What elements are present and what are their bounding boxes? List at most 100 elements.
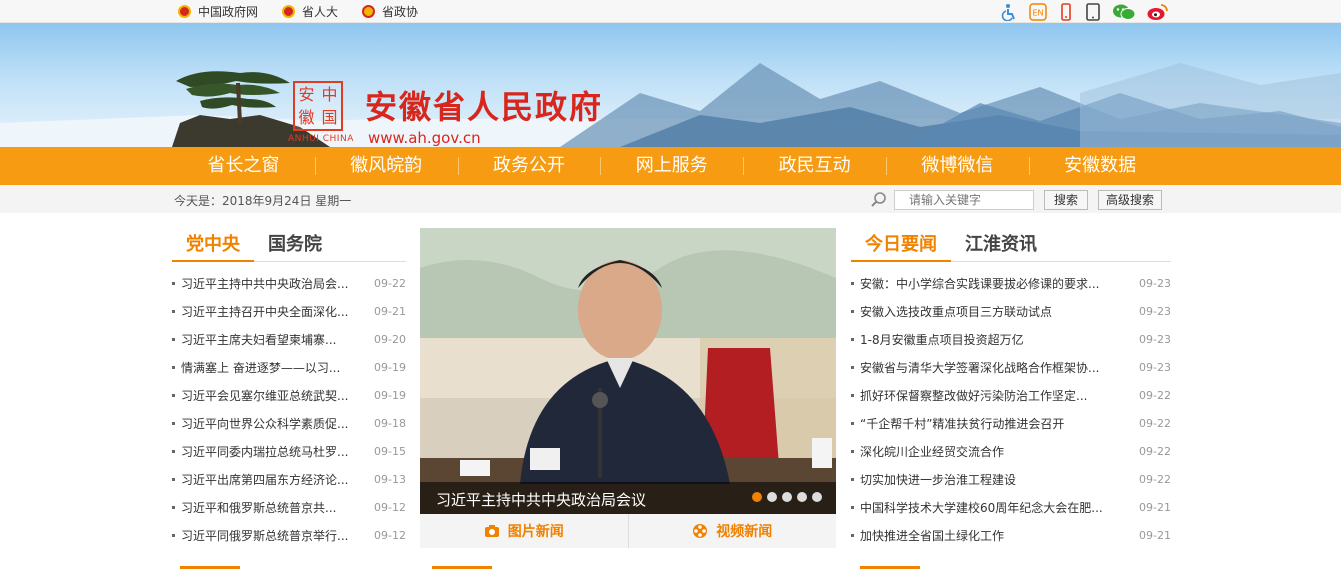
right-news-list: 安徽：中小学综合实践课要拔必修课的要求... 09-23 安徽入选技改重点项目三方…: [851, 269, 1171, 549]
nav-item-open-gov[interactable]: 政务公开: [457, 147, 601, 185]
next-section-heading: [432, 561, 502, 569]
tablet-icon[interactable]: [1085, 2, 1101, 21]
news-title[interactable]: 安徽：中小学综合实践课要拔必修课的要求...: [860, 275, 1133, 292]
nav-item-governor[interactable]: 省长之窗: [172, 147, 315, 185]
carousel-dot[interactable]: [797, 492, 807, 502]
logo-char: 安: [298, 85, 315, 104]
list-item[interactable]: 安徽省与清华大学签署深化战略合作框架协... 09-23: [851, 353, 1171, 381]
news-title[interactable]: 习近平和俄罗斯总统普京共...: [181, 499, 368, 516]
nav-item-data[interactable]: 安徽数据: [1028, 147, 1172, 185]
news-title[interactable]: 加快推进全省国土绿化工作: [860, 527, 1133, 544]
bullet-icon: [851, 505, 854, 509]
weibo-icon[interactable]: [1147, 3, 1169, 21]
photo-carousel[interactable]: 习近平主持中共中央政治局会议: [420, 228, 836, 514]
mobile-icon[interactable]: [1058, 2, 1074, 21]
list-item[interactable]: 习近平同委内瑞拉总统马杜罗... 09-15: [172, 437, 406, 465]
news-date: 09-15: [374, 444, 406, 458]
english-icon[interactable]: EN: [1029, 2, 1047, 21]
bullet-icon: [851, 337, 854, 341]
news-title[interactable]: 抓好环保督察整改做好污染防治工作坚定...: [860, 387, 1133, 404]
list-item[interactable]: 习近平会见塞尔维亚总统武契... 09-19: [172, 381, 406, 409]
search-button[interactable]: 搜索: [1044, 190, 1088, 210]
media-tabs: 图片新闻 视频新闻: [420, 514, 836, 548]
advanced-search-button[interactable]: 高级搜索: [1098, 190, 1162, 210]
tab-jianghuai-info[interactable]: 江淮资讯: [951, 228, 1051, 262]
video-news-tab[interactable]: 视频新闻: [627, 514, 837, 548]
photo-caption[interactable]: 习近平主持中共中央政治局会议: [436, 489, 646, 510]
site-logo[interactable]: 安 中 徽 国: [293, 81, 343, 131]
news-title[interactable]: 习近平主持中共中央政治局会...: [181, 275, 368, 292]
list-item[interactable]: 习近平同俄罗斯总统普京举行... 09-12: [172, 521, 406, 549]
photo-news-tab[interactable]: 图片新闻: [420, 514, 628, 548]
nav-item-interaction[interactable]: 政民互动: [743, 147, 886, 185]
nav-item-culture[interactable]: 徽风皖韵: [314, 147, 458, 185]
carousel-dots: [747, 492, 822, 502]
news-title[interactable]: 习近平会见塞尔维亚总统武契...: [181, 387, 368, 404]
list-item[interactable]: 安徽入选技改重点项目三方联动试点 09-23: [851, 297, 1171, 325]
list-item[interactable]: 情满塞上 奋进逐梦——以习... 09-19: [172, 353, 406, 381]
list-item[interactable]: 习近平主持中共中央政治局会... 09-22: [172, 269, 406, 297]
news-title[interactable]: “千企帮千村”精准扶贫行动推进会召开: [860, 415, 1133, 432]
news-title[interactable]: 切实加快进一步治淮工程建设: [860, 471, 1133, 488]
top-link-label: 省人大: [302, 5, 339, 19]
carousel-dot[interactable]: [752, 492, 762, 502]
photo-caption-bar: 习近平主持中共中央政治局会议: [420, 482, 836, 514]
tab-party-central[interactable]: 党中央: [172, 228, 254, 262]
news-title[interactable]: 习近平同俄罗斯总统普京举行...: [181, 527, 368, 544]
nav-item-weibo-wechat[interactable]: 微博微信: [885, 147, 1029, 185]
news-date: 09-23: [1139, 304, 1171, 318]
news-title[interactable]: 习近平主席夫妇看望柬埔寨...: [181, 331, 368, 348]
news-date: 09-22: [1139, 388, 1171, 402]
news-title[interactable]: 习近平出席第四届东方经济论...: [181, 471, 368, 488]
list-item[interactable]: 深化皖川企业经贸交流合作 09-22: [851, 437, 1171, 465]
top-link-npc[interactable]: 省人大: [282, 3, 338, 20]
mountain-landscape-image: [0, 63, 1341, 147]
list-item[interactable]: 习近平主持召开中央全面深化... 09-21: [172, 297, 406, 325]
bullet-icon: [851, 393, 854, 397]
list-item[interactable]: 习近平和俄罗斯总统普京共... 09-12: [172, 493, 406, 521]
logo-english-text: ANHUI CHINA: [288, 134, 354, 144]
logo-char: 徽: [298, 108, 315, 127]
tab-state-council[interactable]: 国务院: [254, 228, 336, 262]
bullet-icon: [851, 533, 854, 537]
national-emblem-icon: [282, 5, 296, 18]
top-link-gov[interactable]: 中国政府网: [178, 3, 258, 20]
news-title[interactable]: 习近平向世界公众科学素质促...: [181, 415, 368, 432]
list-item[interactable]: 抓好环保督察整改做好污染防治工作坚定... 09-22: [851, 381, 1171, 409]
news-title[interactable]: 习近平同委内瑞拉总统马杜罗...: [181, 443, 368, 460]
carousel-dot[interactable]: [782, 492, 792, 502]
news-title[interactable]: 安徽省与清华大学签署深化战略合作框架协...: [860, 359, 1133, 376]
tab-today-news[interactable]: 今日要闻: [851, 228, 951, 262]
news-date: 09-21: [1139, 528, 1171, 542]
list-item[interactable]: 习近平向世界公众科学素质促... 09-18: [172, 409, 406, 437]
camera-icon: [484, 525, 499, 537]
bullet-icon: [851, 309, 854, 313]
site-title[interactable]: 安徽省人民政府: [365, 82, 603, 128]
carousel-dot[interactable]: [767, 492, 777, 502]
list-item[interactable]: “千企帮千村”精准扶贫行动推进会召开 09-22: [851, 409, 1171, 437]
list-item[interactable]: 习近平出席第四届东方经济论... 09-13: [172, 465, 406, 493]
list-item[interactable]: 中国科学技术大学建校60周年纪念大会在肥... 09-21: [851, 493, 1171, 521]
news-title[interactable]: 深化皖川企业经贸交流合作: [860, 443, 1133, 460]
news-title[interactable]: 情满塞上 奋进逐梦——以习...: [181, 359, 368, 376]
list-item[interactable]: 加快推进全省国土绿化工作 09-21: [851, 521, 1171, 549]
carousel-dot[interactable]: [812, 492, 822, 502]
news-title[interactable]: 1-8月安徽重点项目投资超万亿: [860, 331, 1133, 348]
wechat-icon[interactable]: [1112, 3, 1136, 21]
nav-item-online-service[interactable]: 网上服务: [600, 147, 743, 185]
bullet-icon: [851, 449, 854, 453]
news-title[interactable]: 安徽入选技改重点项目三方联动试点: [860, 303, 1133, 320]
english-badge-text: EN: [1032, 8, 1043, 17]
news-date: 09-23: [1139, 332, 1171, 346]
search-input[interactable]: [894, 190, 1034, 210]
news-title[interactable]: 中国科学技术大学建校60周年纪念大会在肥...: [860, 499, 1133, 516]
accessibility-icon[interactable]: [1000, 3, 1018, 21]
top-link-cppcc[interactable]: 省政协: [362, 3, 418, 20]
headline-photo: [420, 228, 836, 514]
list-item[interactable]: 安徽：中小学综合实践课要拔必修课的要求... 09-23: [851, 269, 1171, 297]
list-item[interactable]: 习近平主席夫妇看望柬埔寨... 09-20: [172, 325, 406, 353]
news-title[interactable]: 习近平主持召开中央全面深化...: [181, 303, 368, 320]
video-news-label: 视频新闻: [716, 524, 773, 540]
list-item[interactable]: 1-8月安徽重点项目投资超万亿 09-23: [851, 325, 1171, 353]
list-item[interactable]: 切实加快进一步治淮工程建设 09-22: [851, 465, 1171, 493]
